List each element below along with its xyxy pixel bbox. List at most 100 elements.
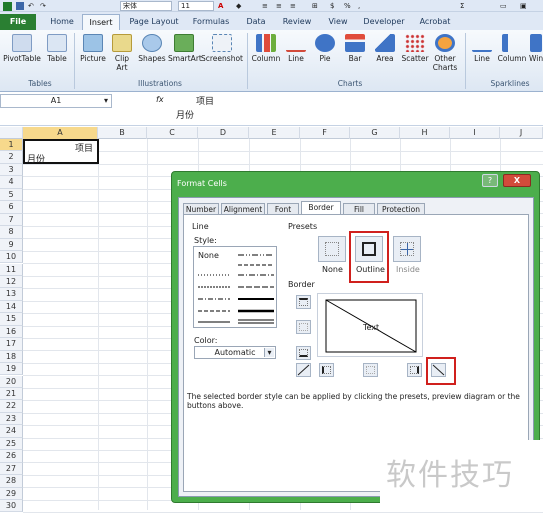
- bar-chart-button[interactable]: Bar: [342, 34, 368, 63]
- column-header-c[interactable]: C: [147, 127, 198, 139]
- help-button[interactable]: ?: [482, 174, 498, 187]
- formula-content-line1[interactable]: 项目: [196, 94, 214, 107]
- row-header-20[interactable]: 20: [0, 375, 23, 388]
- chevron-down-icon[interactable]: ▾: [264, 348, 274, 357]
- column-chart-button[interactable]: Column: [250, 34, 282, 63]
- comma-icon[interactable]: ,: [358, 1, 360, 11]
- row-header-17[interactable]: 17: [0, 338, 23, 351]
- screenshot-button[interactable]: Screenshot: [201, 34, 243, 63]
- row-header-28[interactable]: 28: [0, 475, 23, 488]
- border-middle-button[interactable]: [296, 320, 311, 334]
- align-center-icon[interactable]: ≡: [276, 1, 282, 11]
- percent-icon[interactable]: %: [344, 1, 351, 11]
- line-style-samples[interactable]: [194, 247, 278, 329]
- line-chart-button[interactable]: Line: [284, 34, 308, 63]
- row-header-12[interactable]: 12: [0, 275, 23, 289]
- tab-page-layout[interactable]: Page Layout: [124, 14, 184, 30]
- row-header-18[interactable]: 18: [0, 350, 23, 364]
- cell-a1[interactable]: 项目 月份: [23, 139, 99, 165]
- row-header-27[interactable]: 27: [0, 462, 23, 476]
- column-header-i[interactable]: I: [450, 127, 500, 139]
- tab-insert[interactable]: Insert: [82, 14, 120, 30]
- border-top-button[interactable]: [296, 295, 311, 309]
- row-header-24[interactable]: 24: [0, 425, 23, 438]
- row-header-9[interactable]: 9: [0, 238, 23, 251]
- row-header-25[interactable]: 25: [0, 437, 23, 451]
- line-style-list[interactable]: None: [193, 246, 277, 328]
- sparkline-winloss-button[interactable]: Win: [529, 34, 543, 63]
- row-header-26[interactable]: 26: [0, 450, 23, 463]
- row-header-2[interactable]: 2: [0, 151, 23, 164]
- merge-icon[interactable]: ⊞: [312, 1, 318, 11]
- row-header-7[interactable]: 7: [0, 213, 23, 227]
- tab-view[interactable]: View: [322, 14, 354, 30]
- save-icon[interactable]: [16, 1, 24, 11]
- row-header-16[interactable]: 16: [0, 325, 23, 339]
- sum-icon[interactable]: Σ: [460, 1, 464, 11]
- column-header-h[interactable]: H: [400, 127, 450, 139]
- border-diagonal-up-button[interactable]: [296, 363, 311, 377]
- column-header-d[interactable]: D: [198, 127, 249, 139]
- border-right-button[interactable]: [407, 363, 422, 377]
- align-right-icon[interactable]: ≡: [290, 1, 296, 11]
- row-header-10[interactable]: 10: [0, 251, 23, 264]
- row-header-19[interactable]: 19: [0, 363, 23, 376]
- area-chart-button[interactable]: Area: [372, 34, 398, 63]
- redo-icon[interactable]: ↷: [40, 1, 46, 11]
- color-dropdown[interactable]: Automatic ▾: [194, 346, 276, 359]
- table-button[interactable]: Table: [44, 34, 70, 63]
- border-diagonal-down-button[interactable]: [431, 363, 446, 377]
- undo-icon[interactable]: ↶: [28, 1, 34, 11]
- column-header-a[interactable]: A: [23, 127, 98, 139]
- border-center-button[interactable]: [363, 363, 378, 377]
- shapes-button[interactable]: Shapes: [137, 34, 167, 63]
- tab-developer[interactable]: Developer: [360, 14, 408, 30]
- sparkline-column-button[interactable]: Column: [497, 34, 527, 63]
- currency-icon[interactable]: $: [330, 1, 334, 11]
- font-size-box[interactable]: 11: [178, 1, 214, 11]
- smartart-button[interactable]: SmartArt: [168, 34, 202, 63]
- scatter-chart-button[interactable]: Scatter: [400, 34, 430, 63]
- row-header-3[interactable]: 3: [0, 163, 23, 177]
- row-header-6[interactable]: 6: [0, 201, 23, 214]
- row-header-11[interactable]: 11: [0, 263, 23, 276]
- column-header-g[interactable]: G: [350, 127, 400, 139]
- column-header-j[interactable]: J: [500, 127, 543, 139]
- row-header-8[interactable]: 8: [0, 226, 23, 239]
- row-header-23[interactable]: 23: [0, 412, 23, 426]
- tab-data[interactable]: Data: [240, 14, 272, 30]
- window-control-icon[interactable]: ▣: [520, 1, 527, 11]
- chevron-down-icon[interactable]: ▾: [104, 95, 108, 107]
- font-color-icon[interactable]: A: [218, 1, 223, 11]
- row-header-22[interactable]: 22: [0, 400, 23, 413]
- pivottable-button[interactable]: PivotTable: [3, 34, 41, 63]
- row-header-13[interactable]: 13: [0, 288, 23, 301]
- sparkline-line-button[interactable]: Line: [468, 34, 496, 63]
- fill-color-icon[interactable]: ◆: [236, 1, 241, 11]
- tab-formulas[interactable]: Formulas: [186, 14, 236, 30]
- tab-file[interactable]: File: [0, 14, 36, 30]
- row-header-21[interactable]: 21: [0, 388, 23, 401]
- border-bottom-button[interactable]: [296, 346, 311, 360]
- preset-outline-button[interactable]: [355, 236, 383, 262]
- row-header-5[interactable]: 5: [0, 188, 23, 202]
- tab-home[interactable]: Home: [44, 14, 80, 30]
- preset-inside-button[interactable]: [393, 236, 421, 262]
- tab-review[interactable]: Review: [278, 14, 316, 30]
- row-header-15[interactable]: 15: [0, 313, 23, 326]
- formula-content-line2[interactable]: 月份: [176, 108, 194, 121]
- column-header-e[interactable]: E: [249, 127, 300, 139]
- row-header-1[interactable]: 1: [0, 139, 23, 152]
- close-button[interactable]: X: [503, 174, 531, 187]
- column-header-f[interactable]: F: [300, 127, 350, 139]
- border-left-button[interactable]: [319, 363, 334, 377]
- border-preview[interactable]: Text: [317, 293, 423, 357]
- name-box[interactable]: A1 ▾: [0, 94, 112, 108]
- row-header-14[interactable]: 14: [0, 300, 23, 314]
- select-all-corner[interactable]: [0, 127, 23, 139]
- row-header-29[interactable]: 29: [0, 487, 23, 500]
- tab-acrobat[interactable]: Acrobat: [414, 14, 456, 30]
- column-header-b[interactable]: B: [98, 127, 147, 139]
- preset-none-button[interactable]: [318, 236, 346, 262]
- row-header-30[interactable]: 30: [0, 500, 23, 513]
